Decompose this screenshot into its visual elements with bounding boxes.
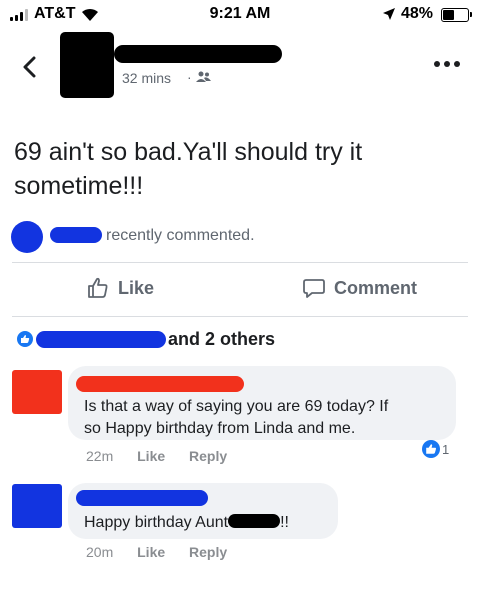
- recent-activity-text: recently commented.: [106, 227, 255, 244]
- comment-time: 22m: [86, 448, 114, 464]
- location-arrow-icon: [383, 8, 395, 20]
- comment-like-button[interactable]: Like: [137, 544, 165, 560]
- comment-reply-button[interactable]: Reply: [189, 448, 227, 464]
- like-reaction-icon: [16, 330, 34, 348]
- comment-bubble-icon: [303, 279, 325, 298]
- recent-commenter-name-redacted[interactable]: [50, 227, 102, 243]
- comment-text: Is that a way of saying you are 69 today…: [84, 396, 388, 440]
- post-text-line: 69 ain't so bad.Ya'll should try it: [14, 138, 363, 166]
- post-body: 69 ain't so bad.Ya'll should try it some…: [14, 135, 464, 203]
- comment-label: Comment: [334, 277, 418, 298]
- battery-icon: [441, 8, 472, 22]
- meta-separator: ·: [187, 69, 192, 85]
- friends-icon: [196, 71, 211, 82]
- comment-meta: 22m Like Reply: [86, 448, 247, 464]
- like-reaction-icon: [422, 440, 440, 458]
- reaction-count-number: 1: [442, 441, 450, 457]
- comment-author-redacted[interactable]: [76, 376, 244, 392]
- back-chevron-icon[interactable]: [22, 56, 38, 78]
- comment-button[interactable]: Comment: [302, 276, 417, 300]
- poster-avatar[interactable]: [60, 32, 114, 98]
- comment-text-line: Is that a way of saying you are 69 today…: [84, 398, 389, 415]
- more-options-icon[interactable]: [433, 60, 461, 68]
- thumbs-up-icon: [88, 277, 108, 298]
- comment-text-prefix: Happy birthday Aunt: [84, 514, 229, 531]
- comment-avatar[interactable]: [12, 484, 62, 528]
- comment-author-redacted[interactable]: [76, 490, 208, 506]
- name-redaction: [228, 514, 281, 528]
- reactions-others-label[interactable]: and 2 others: [168, 329, 275, 350]
- post-timestamp[interactable]: 32 mins: [122, 70, 171, 86]
- comment-meta: 20m Like Reply: [86, 544, 247, 560]
- comment-like-button[interactable]: Like: [137, 448, 165, 464]
- comment-time: 20m: [86, 544, 114, 560]
- post-text-line: sometime!!!: [14, 172, 144, 200]
- comment-text-line: so Happy birthday from Linda and me.: [84, 420, 356, 437]
- comment-reaction-count[interactable]: 1: [422, 440, 449, 458]
- like-label: Like: [118, 277, 155, 298]
- battery-percent: 48%: [401, 5, 434, 22]
- recent-commenter-avatar[interactable]: [11, 221, 43, 253]
- comment-text-suffix: !!: [280, 514, 289, 531]
- comment-reply-button[interactable]: Reply: [189, 544, 227, 560]
- comment-avatar[interactable]: [12, 370, 62, 414]
- comment-text: Happy birthday Aunt!!: [84, 512, 289, 534]
- status-bar: AT&T 9:21 AM 48%: [0, 0, 480, 30]
- divider: [12, 262, 468, 263]
- like-button[interactable]: Like: [86, 276, 154, 300]
- reactor-name-redacted[interactable]: [36, 331, 166, 348]
- poster-name-redacted[interactable]: [114, 45, 282, 63]
- divider: [12, 316, 468, 317]
